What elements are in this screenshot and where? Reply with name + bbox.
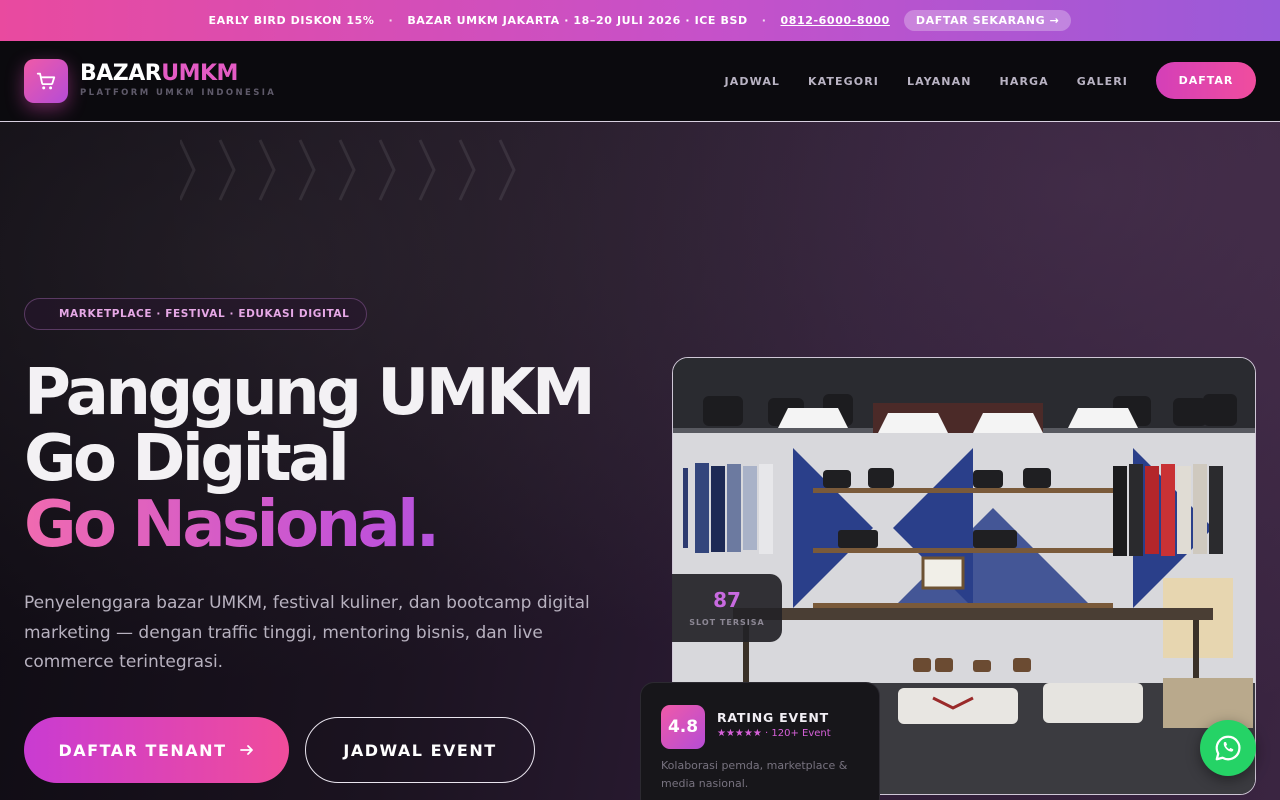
event-schedule-button[interactable]: JADWAL EVENT <box>305 717 535 783</box>
background-decoration <box>180 139 516 201</box>
hero-section: MARKETPLACE · FESTIVAL · EDUKASI DIGITAL… <box>0 122 1280 800</box>
register-now-button[interactable]: DAFTAR SEKARANG → <box>903 10 1072 31</box>
brand[interactable]: BAZARUMKM PLATFORM UMKM INDONESIA <box>80 61 276 98</box>
nav-item-layanan[interactable]: LAYANAN <box>907 75 972 88</box>
promo-bar: EARLY BIRD DISKON 15% · BAZAR UMKM JAKAR… <box>0 0 1280 41</box>
slots-remaining-card: 87 SLOT TERSISA <box>672 574 782 642</box>
arrow-right-icon <box>240 745 254 755</box>
nav-item-harga[interactable]: HARGA <box>1000 75 1049 88</box>
promo-text: EARLY BIRD DISKON 15% <box>208 14 375 27</box>
headline-line-1: Panggung UMKM <box>24 356 596 430</box>
rating-score: 4.8 <box>661 705 705 749</box>
separator: · <box>761 14 767 27</box>
nav-item-kategori[interactable]: KATEGORI <box>808 75 879 88</box>
phone-link[interactable]: 0812-6000-8000 <box>781 14 890 27</box>
rating-title: RATING EVENT <box>717 710 829 725</box>
nav-item-galeri[interactable]: GALERI <box>1077 75 1128 88</box>
brand-tagline: PLATFORM UMKM INDONESIA <box>80 88 277 98</box>
headline-line-2: Go Digital <box>24 422 350 496</box>
rating-stars: ★★★★★ · 120+ Event <box>717 728 831 739</box>
slots-value: 87 <box>713 588 741 612</box>
nav-item-jadwal[interactable]: JADWAL <box>725 75 781 88</box>
event-info: BAZAR UMKM JAKARTA · 18–20 JULI 2026 · I… <box>407 14 748 27</box>
navbar: BAZARUMKM PLATFORM UMKM INDONESIA JADWAL… <box>0 41 1280 122</box>
slots-label: SLOT TERSISA <box>689 618 765 627</box>
hero-badge: MARKETPLACE · FESTIVAL · EDUKASI DIGITAL <box>24 298 368 330</box>
hero-headline: Panggung UMKM Go Digital Go Nasional. <box>24 356 596 558</box>
separator: · <box>388 14 394 27</box>
nav-register-button[interactable]: DAFTAR <box>1156 62 1256 99</box>
logo[interactable] <box>24 59 68 103</box>
nav-menu: JADWAL KATEGORI LAYANAN HARGA GALERI <box>725 41 1128 121</box>
whatsapp-button[interactable] <box>1200 720 1256 776</box>
register-tenant-label: DAFTAR TENANT <box>58 740 227 760</box>
headline-line-3: Go Nasional. <box>24 492 592 558</box>
register-tenant-button[interactable]: DAFTAR TENANT <box>24 717 289 783</box>
shopping-cart-icon <box>36 72 56 90</box>
brand-name: BAZARUMKM <box>80 61 238 86</box>
hero-lead: Penyelenggara bazar UMKM, festival kulin… <box>24 593 590 672</box>
rating-description: Kolaborasi pemda, marketplace & media na… <box>661 759 848 790</box>
whatsapp-icon <box>1215 735 1241 761</box>
rating-card: 4.8 RATING EVENT ★★★★★ · 120+ Event Kola… <box>640 682 880 800</box>
